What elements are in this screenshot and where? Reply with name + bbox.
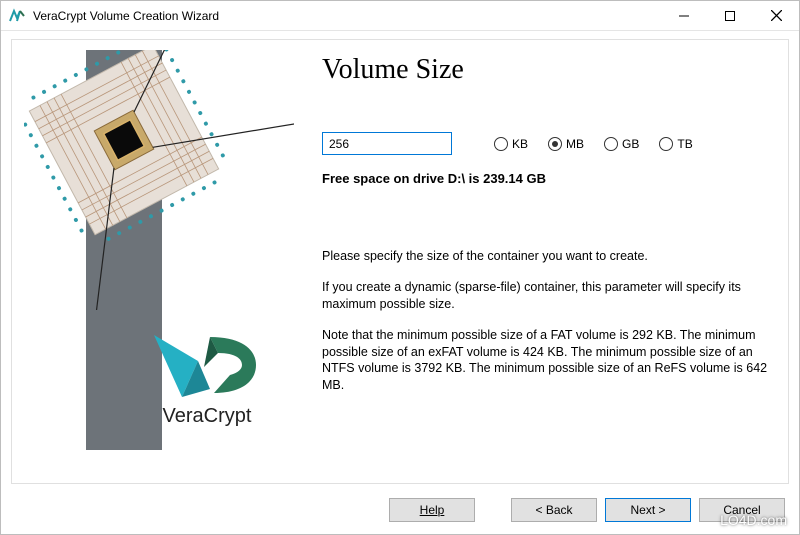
minimize-button[interactable] (661, 1, 707, 30)
size-row: KB MB GB TB (322, 132, 770, 155)
size-units-group: KB MB GB TB (494, 137, 693, 151)
client-area: VeraCrypt Volume Size KB MB (1, 31, 799, 534)
radio-tb-label: TB (677, 137, 692, 151)
radio-gb-label: GB (622, 137, 639, 151)
help-button-label: Help (420, 503, 445, 517)
wizard-content: Volume Size KB MB (322, 54, 770, 473)
radio-gb[interactable]: GB (604, 137, 639, 151)
free-space-label: Free space on drive D:\ is 239.14 GB (322, 171, 770, 186)
window-title: VeraCrypt Volume Creation Wizard (33, 9, 661, 23)
next-button-label: Next > (630, 503, 665, 517)
radio-selected-dot (552, 141, 558, 147)
veracrypt-logo-text: VeraCrypt (132, 405, 282, 428)
window-frame: VeraCrypt Volume Creation Wizard (0, 0, 800, 535)
wizard-panel: VeraCrypt Volume Size KB MB (11, 39, 789, 484)
cancel-button[interactable]: Cancel (699, 498, 785, 522)
radio-mb[interactable]: MB (548, 137, 584, 151)
back-button-label: < Back (535, 503, 572, 517)
wizard-button-row: Help < Back Next > Cancel (389, 498, 785, 522)
radio-kb-label: KB (512, 137, 528, 151)
page-heading: Volume Size (322, 54, 770, 86)
wizard-sidebar-image: VeraCrypt (24, 50, 294, 450)
help-button[interactable]: Help (389, 498, 475, 522)
radio-mb-label: MB (566, 137, 584, 151)
titlebar: VeraCrypt Volume Creation Wizard (1, 1, 799, 31)
back-button[interactable]: < Back (511, 498, 597, 522)
cancel-button-label: Cancel (723, 503, 760, 517)
description-para-2: If you create a dynamic (sparse-file) co… (322, 279, 770, 313)
description-para-3: Note that the minimum possible size of a… (322, 327, 770, 395)
app-icon (9, 8, 25, 24)
volume-size-input[interactable] (322, 132, 452, 155)
radio-tb[interactable]: TB (659, 137, 692, 151)
radio-kb[interactable]: KB (494, 137, 528, 151)
veracrypt-logo: VeraCrypt (132, 331, 282, 428)
close-button[interactable] (753, 1, 799, 30)
chip-graphic (24, 50, 294, 310)
next-button[interactable]: Next > (605, 498, 691, 522)
maximize-button[interactable] (707, 1, 753, 30)
description-para-1: Please specify the size of the container… (322, 248, 770, 265)
